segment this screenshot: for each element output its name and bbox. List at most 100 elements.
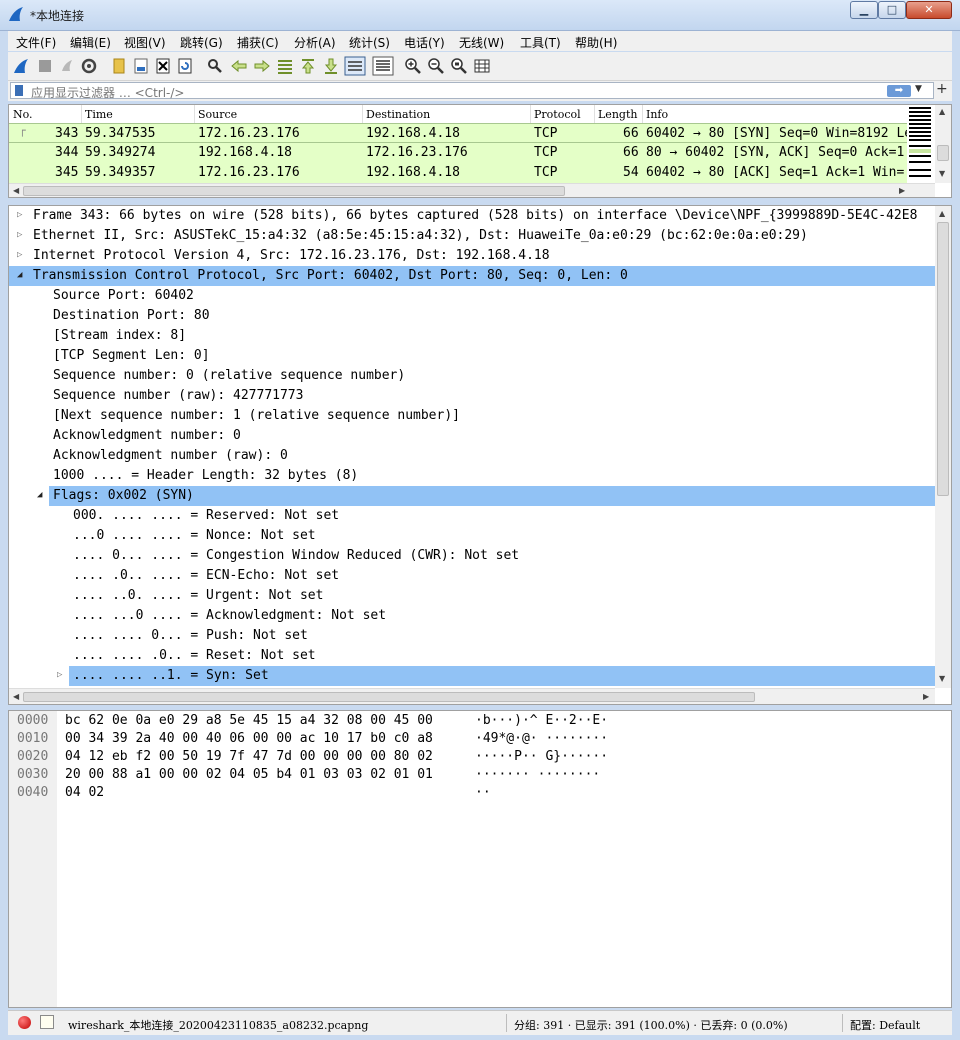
byte-hex-row[interactable]: 04 12 eb f2 00 50 19 7f 47 7d 00 00 00 0…: [65, 749, 433, 764]
add-filter-button-plus-icon[interactable]: +: [936, 81, 948, 97]
menu-statistics[interactable]: 统计(S): [349, 34, 390, 51]
display-filter-input[interactable]: 应用显示过滤器 … <Ctrl-/> ➡ ▼: [10, 82, 934, 100]
menu-tools[interactable]: 工具(T): [520, 34, 561, 51]
menu-go[interactable]: 跳转(G): [180, 34, 223, 51]
packet-row-344[interactable]: 344 59.349274 192.168.4.18 172.16.23.176…: [9, 143, 909, 163]
tree-item-flag[interactable]: .... .... 0... = Push: Not set: [9, 626, 935, 646]
byte-ascii-row[interactable]: ·····P·· G}······: [475, 749, 608, 764]
stop-icon[interactable]: [36, 57, 54, 75]
column-divider[interactable]: [594, 105, 595, 123]
tree-item-flag[interactable]: .... .0.. .... = ECN-Echo: Not set: [9, 566, 935, 586]
byte-ascii-row[interactable]: ······· ········: [475, 767, 600, 782]
scroll-down-icon[interactable]: ▼: [939, 674, 945, 683]
tree-item-field[interactable]: Acknowledgment number (raw): 0: [9, 446, 935, 466]
byte-hex-row[interactable]: 20 00 88 a1 00 00 02 04 05 b4 01 03 03 0…: [65, 767, 433, 782]
byte-ascii-row[interactable]: ·49*@·@· ········: [475, 731, 608, 746]
go-back-icon[interactable]: [230, 57, 248, 75]
zoom-in-icon[interactable]: [404, 57, 422, 75]
tree-item-ethernet[interactable]: ▷ Ethernet II, Src: ASUSTekC_15:a4:32 (a…: [9, 226, 935, 246]
menu-help[interactable]: 帮助(H): [575, 34, 617, 51]
tree-item-field[interactable]: [Next sequence number: 1 (relative seque…: [9, 406, 935, 426]
column-protocol[interactable]: Protocol: [534, 108, 581, 121]
tree-item-field[interactable]: [TCP Segment Len: 0]: [9, 346, 935, 366]
packet-list-horizontal-scrollbar[interactable]: ◀ ▶: [9, 183, 935, 197]
tree-item-flag[interactable]: .... .... .0.. = Reset: Not set: [9, 646, 935, 666]
status-profile[interactable]: 配置: Default: [850, 1017, 920, 1033]
tree-item-flag[interactable]: .... ..0. .... = Urgent: Not set: [9, 586, 935, 606]
tree-item-flags[interactable]: ◢ Flags: 0x002 (SYN): [9, 486, 935, 506]
scroll-thumb[interactable]: [23, 692, 755, 702]
byte-ascii-row[interactable]: ·b···)·^ E··2··E·: [475, 713, 608, 728]
tree-item-tcp[interactable]: ◢ Transmission Control Protocol, Src Por…: [9, 266, 935, 286]
tree-item-field[interactable]: Sequence number (raw): 427771773: [9, 386, 935, 406]
byte-ascii-row[interactable]: ··: [475, 785, 491, 800]
find-icon[interactable]: [206, 57, 224, 75]
expand-arrow-icon[interactable]: ▷: [17, 250, 22, 260]
menu-view[interactable]: 视图(V): [124, 34, 166, 51]
menu-edit[interactable]: 编辑(E): [70, 34, 111, 51]
collapse-arrow-icon[interactable]: ◢: [37, 490, 42, 500]
column-divider[interactable]: [362, 105, 363, 123]
tree-item-ipv4[interactable]: ▷ Internet Protocol Version 4, Src: 172.…: [9, 246, 935, 266]
tree-item-flag[interactable]: .... 0... .... = Congestion Window Reduc…: [9, 546, 935, 566]
byte-hex-row[interactable]: bc 62 0e 0a e0 29 a8 5e 45 15 a4 32 08 0…: [65, 713, 433, 728]
expand-arrow-icon[interactable]: ▷: [17, 210, 22, 220]
apply-filter-arrow-icon[interactable]: ➡: [887, 85, 911, 97]
last-packet-icon[interactable]: [322, 57, 340, 75]
shark-fin-icon[interactable]: [12, 57, 30, 75]
tree-item-flag-syn[interactable]: ▷ .... .... ..1. = Syn: Set: [9, 666, 935, 686]
tree-item-field[interactable]: [Stream index: 8]: [9, 326, 935, 346]
go-to-packet-icon[interactable]: [276, 57, 294, 75]
column-divider[interactable]: [530, 105, 531, 123]
scroll-up-icon[interactable]: ▲: [939, 107, 945, 116]
resize-columns-icon[interactable]: [473, 57, 491, 75]
close-file-icon[interactable]: [154, 57, 172, 75]
restart-icon[interactable]: [58, 57, 76, 75]
column-divider[interactable]: [81, 105, 82, 123]
scroll-right-icon[interactable]: ▶: [923, 692, 929, 701]
first-packet-icon[interactable]: [299, 57, 317, 75]
column-length[interactable]: Length: [598, 108, 637, 121]
column-info[interactable]: Info: [646, 108, 668, 121]
column-source[interactable]: Source: [198, 108, 237, 121]
column-time[interactable]: Time: [85, 108, 113, 121]
tree-item-field[interactable]: Destination Port: 80: [9, 306, 935, 326]
tree-item-flag[interactable]: 000. .... .... = Reserved: Not set: [9, 506, 935, 526]
tree-item-frame[interactable]: ▷ Frame 343: 66 bytes on wire (528 bits)…: [9, 206, 935, 226]
scroll-thumb[interactable]: [23, 186, 565, 196]
colorize-icon[interactable]: [372, 56, 394, 76]
scroll-thumb[interactable]: [937, 222, 949, 496]
column-no[interactable]: No.: [13, 108, 33, 121]
menu-wireless[interactable]: 无线(W): [459, 34, 504, 51]
scroll-down-icon[interactable]: ▼: [939, 169, 945, 178]
options-gear-icon[interactable]: [80, 57, 98, 75]
autoscroll-icon[interactable]: [344, 56, 366, 76]
menu-telephony[interactable]: 电话(Y): [404, 34, 445, 51]
bookmark-icon[interactable]: [15, 85, 23, 96]
zoom-normal-icon[interactable]: [450, 57, 468, 75]
packet-row-343[interactable]: ┌ 343 59.347535 172.16.23.176 192.168.4.…: [9, 123, 909, 143]
packet-row-345[interactable]: 345 59.349357 172.16.23.176 192.168.4.18…: [9, 163, 909, 183]
menu-file[interactable]: 文件(F): [16, 34, 56, 51]
packet-list-vertical-scrollbar[interactable]: ▲ ▼: [935, 105, 951, 183]
tree-item-flag[interactable]: .... ...0 .... = Acknowledgment: Not set: [9, 606, 935, 626]
capture-comment-icon[interactable]: [40, 1015, 54, 1029]
details-vertical-scrollbar[interactable]: ▲ ▼: [935, 206, 951, 688]
tree-item-flag[interactable]: ...0 .... .... = Nonce: Not set: [9, 526, 935, 546]
details-horizontal-scrollbar[interactable]: ◀ ▶: [9, 688, 935, 704]
scroll-left-icon[interactable]: ◀: [13, 692, 19, 701]
column-divider[interactable]: [194, 105, 195, 123]
byte-hex-row[interactable]: 04 02: [65, 785, 104, 800]
packet-minimap[interactable]: [907, 105, 933, 183]
tree-item-field[interactable]: 1000 .... = Header Length: 32 bytes (8): [9, 466, 935, 486]
menu-analyze[interactable]: 分析(A): [294, 34, 336, 51]
scroll-thumb[interactable]: [937, 145, 949, 161]
save-file-icon[interactable]: [132, 57, 150, 75]
column-divider[interactable]: [642, 105, 643, 123]
column-destination[interactable]: Destination: [366, 108, 430, 121]
maximize-button[interactable]: □: [878, 1, 906, 19]
chevron-down-icon[interactable]: ▼: [915, 84, 922, 94]
byte-hex-row[interactable]: 00 34 39 2a 40 00 40 06 00 00 ac 10 17 b…: [65, 731, 433, 746]
expand-arrow-icon[interactable]: ▷: [57, 670, 62, 680]
close-button[interactable]: ✕: [906, 1, 952, 19]
